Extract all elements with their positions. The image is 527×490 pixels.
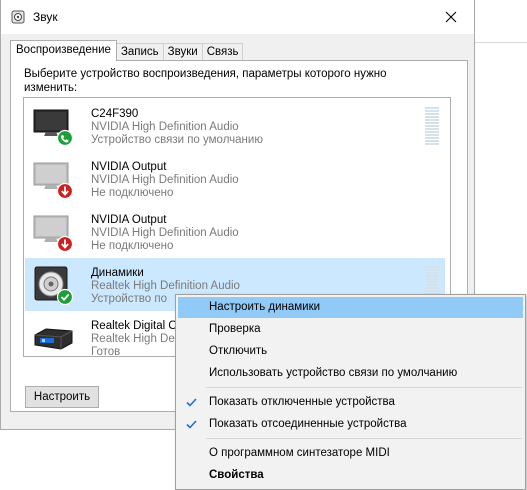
monitor-icon <box>33 109 74 147</box>
close-icon <box>445 11 457 23</box>
device-description: NVIDIA High Definition Audio <box>91 121 239 133</box>
menu-item-test[interactable]: Проверка <box>178 319 523 340</box>
configure-button[interactable]: Настроить <box>25 386 99 408</box>
volume-level-meter <box>425 107 439 145</box>
instruction-text: Выберите устройство воспроизведения, пар… <box>24 68 387 94</box>
device-name: Realtek Digital O <box>91 320 178 332</box>
device-status: Готов <box>91 346 121 357</box>
context-menu: Настроить динамики Проверка Отключить Ис… <box>175 294 526 490</box>
device-status: Устройство связи по умолчанию <box>91 134 263 146</box>
window-title: Звук <box>33 10 58 24</box>
menu-item-properties[interactable]: Свойства <box>178 465 523 486</box>
device-name: NVIDIA Output <box>91 214 167 226</box>
device-description: NVIDIA High Definition Audio <box>91 174 239 186</box>
speaker-icon <box>34 266 74 306</box>
device-description: NVIDIA High Definition Audio <box>91 227 239 239</box>
device-name: C24F390 <box>91 108 139 120</box>
menu-item-label: Проверка <box>209 323 261 335</box>
monitor-icon <box>33 215 74 253</box>
menu-item-label: Отключить <box>209 345 268 357</box>
menu-item-disable[interactable]: Отключить <box>178 341 523 362</box>
device-description: Realtek High Definition Audio <box>91 280 240 292</box>
tab-sounds[interactable]: Звуки <box>162 43 203 61</box>
menu-item-label: Показать отсоединенные устройства <box>209 418 407 430</box>
menu-item-label: О программном синтезаторе MIDI <box>209 447 390 459</box>
device-item[interactable]: NVIDIA Output NVIDIA High Definition Aud… <box>25 205 445 258</box>
device-status: Не подключено <box>91 187 174 199</box>
menu-item-label: Настроить динамики <box>209 301 321 313</box>
checkmark-icon <box>186 414 200 435</box>
menu-item-label: Использовать устройство связи по умолчан… <box>209 367 458 379</box>
menu-item-label: Свойства <box>209 469 264 481</box>
tab-communications[interactable]: Связь <box>201 43 244 61</box>
title-bar: Звук <box>1 0 474 34</box>
tab-recording[interactable]: Запись <box>115 43 164 61</box>
menu-item-set-default-communication[interactable]: Использовать устройство связи по умолчан… <box>178 363 523 384</box>
menu-separator <box>206 387 522 388</box>
tab-strip: Воспроизведение Запись Звуки Связь <box>10 40 244 61</box>
device-name: NVIDIA Output <box>91 161 167 173</box>
device-name: Динамики <box>91 267 144 279</box>
menu-item-show-disabled[interactable]: Показать отключенные устройства <box>178 392 523 413</box>
device-status: Не подключено <box>91 240 174 252</box>
monitor-icon <box>33 162 74 200</box>
menu-item-show-disconnected[interactable]: Показать отсоединенные устройства <box>178 414 523 435</box>
close-button[interactable] <box>428 0 474 34</box>
menu-separator <box>206 438 522 439</box>
background-divider <box>474 42 527 43</box>
speaker-title-icon <box>11 10 25 24</box>
checkmark-icon <box>186 392 200 413</box>
tab-playback[interactable]: Воспроизведение <box>10 40 117 61</box>
digital-output-icon <box>34 328 73 350</box>
device-item[interactable]: C24F390 NVIDIA High Definition Audio Уст… <box>25 99 445 152</box>
menu-item-configure-speakers[interactable]: Настроить динамики <box>178 297 523 318</box>
device-status: Устройство по <box>91 293 167 305</box>
menu-item-label: Показать отключенные устройства <box>209 396 395 408</box>
menu-item-midi-synth-about[interactable]: О программном синтезаторе MIDI <box>178 443 523 464</box>
device-item[interactable]: NVIDIA Output NVIDIA High Definition Aud… <box>25 152 445 205</box>
